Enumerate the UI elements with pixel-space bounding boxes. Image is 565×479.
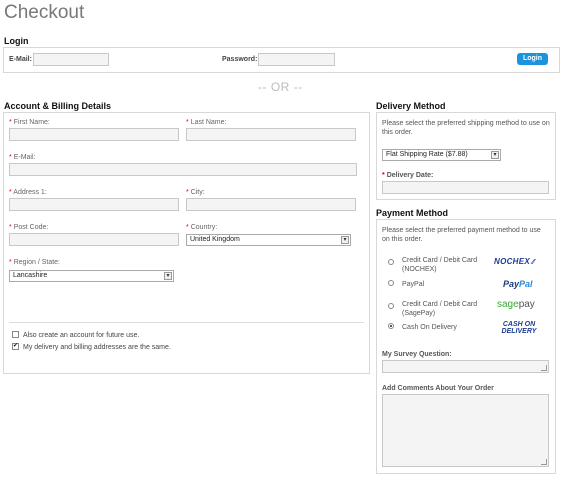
payment-label-cod: Cash On Delivery bbox=[402, 324, 457, 331]
or-divider: -- OR -- bbox=[258, 80, 303, 94]
cash-on-delivery-logo: CASH ON DELIVERY bbox=[501, 321, 537, 335]
resize-grip-icon[interactable] bbox=[541, 365, 547, 371]
first-name-input[interactable] bbox=[9, 128, 179, 141]
same-address-checkbox[interactable]: ✔ bbox=[12, 343, 19, 350]
create-account-checkbox[interactable] bbox=[12, 331, 19, 338]
delivery-date-input[interactable] bbox=[382, 181, 549, 194]
payment-heading: Payment Method bbox=[376, 208, 449, 218]
login-password-input[interactable] bbox=[258, 53, 335, 66]
payment-label-sagepay: Credit Card / Debit Card (SagePay) bbox=[402, 301, 478, 317]
delivery-desc: Please select the preferred shipping met… bbox=[382, 120, 550, 136]
page-title: Checkout bbox=[4, 2, 85, 23]
last-name-label: * Last Name: bbox=[186, 119, 227, 126]
payment-desc: Please select the preferred payment meth… bbox=[382, 227, 541, 243]
divider bbox=[9, 322, 364, 323]
email-label: * E-Mail: bbox=[9, 154, 36, 161]
nochex-logo: NOCHEX ⁄⁄ bbox=[494, 257, 535, 266]
address1-label: * Address 1: bbox=[9, 189, 47, 196]
payment-label-paypal: PayPal bbox=[402, 281, 425, 288]
region-select[interactable]: Lancashire ▾ bbox=[9, 270, 174, 282]
payment-radio-nochex[interactable] bbox=[388, 259, 394, 265]
create-account-label: Also create an account for future use. bbox=[23, 332, 140, 339]
country-select[interactable]: United Kingdom ▾ bbox=[186, 234, 351, 246]
login-heading: Login bbox=[4, 36, 29, 46]
last-name-input[interactable] bbox=[186, 128, 356, 141]
email-input[interactable] bbox=[9, 163, 357, 176]
payment-radio-cod[interactable] bbox=[388, 323, 394, 329]
comments-textarea[interactable] bbox=[382, 394, 549, 467]
account-heading: Account & Billing Details bbox=[4, 101, 112, 111]
city-label: * City: bbox=[186, 189, 205, 196]
chevron-down-icon: ▾ bbox=[341, 236, 349, 244]
payment-radio-paypal[interactable] bbox=[388, 280, 394, 286]
survey-label: My Survey Question: bbox=[382, 351, 452, 358]
paypal-logo: PayPal bbox=[503, 279, 533, 289]
delivery-heading: Delivery Method bbox=[376, 101, 446, 111]
sagepay-logo: sagepay bbox=[497, 299, 535, 310]
payment-label-nochex: Credit Card / Debit Card (NOCHEX) bbox=[402, 257, 478, 273]
login-email-label: E-Mail: bbox=[9, 56, 32, 63]
resize-grip-icon[interactable] bbox=[541, 459, 547, 465]
city-input[interactable] bbox=[186, 198, 356, 211]
chevron-down-icon: ▾ bbox=[164, 272, 172, 280]
same-address-label: My delivery and billing addresses are th… bbox=[23, 344, 171, 351]
postcode-label: * Post Code: bbox=[9, 224, 49, 231]
payment-radio-sagepay[interactable] bbox=[388, 303, 394, 309]
postcode-input[interactable] bbox=[9, 233, 179, 246]
address1-input[interactable] bbox=[9, 198, 179, 211]
login-button[interactable]: Login bbox=[517, 53, 548, 65]
delivery-date-label: * Delivery Date: bbox=[382, 172, 434, 179]
region-label: * Region / State: bbox=[9, 259, 60, 266]
login-email-input[interactable] bbox=[33, 53, 109, 66]
shipping-method-select[interactable]: Flat Shipping Rate ($7.88) ▾ bbox=[382, 149, 501, 161]
survey-input[interactable] bbox=[382, 360, 549, 373]
country-label: * Country: bbox=[186, 224, 218, 231]
comments-label: Add Comments About Your Order bbox=[382, 385, 494, 392]
login-password-label: Password: bbox=[222, 56, 258, 63]
chevron-down-icon: ▾ bbox=[491, 151, 499, 159]
first-name-label: * First Name: bbox=[9, 119, 50, 126]
